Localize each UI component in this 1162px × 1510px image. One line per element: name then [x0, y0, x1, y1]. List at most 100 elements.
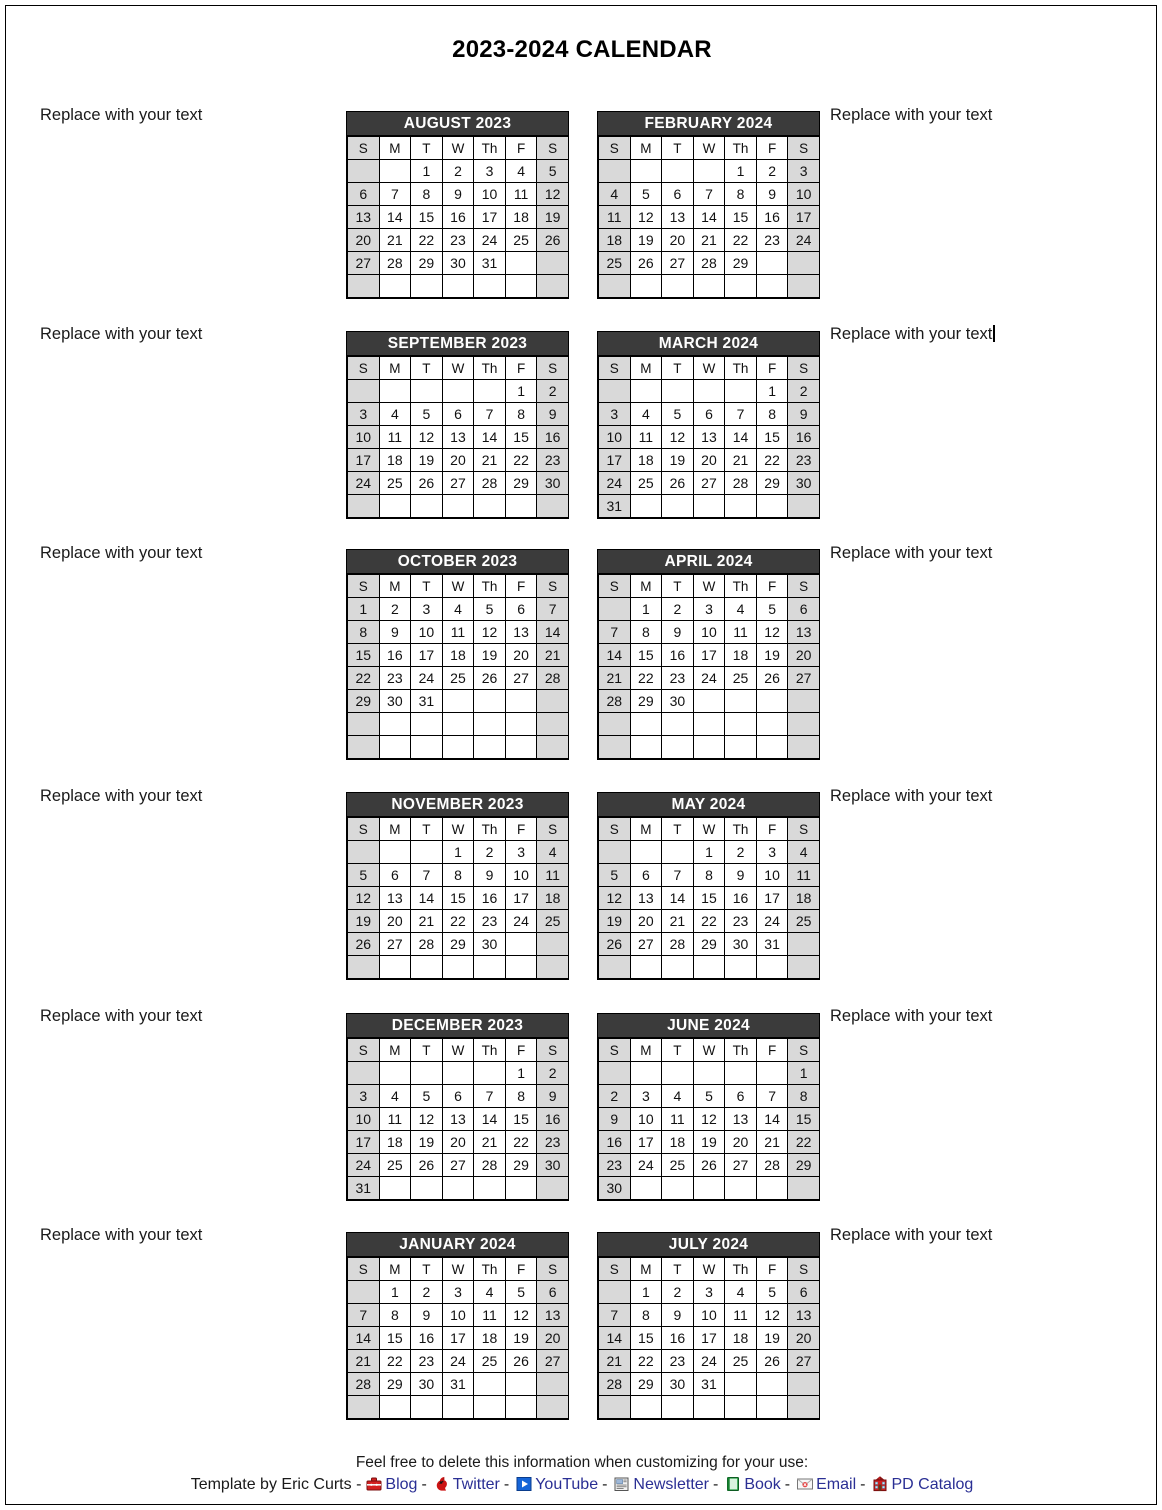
day-cell[interactable]: 5	[755, 597, 789, 621]
day-cell[interactable]	[692, 159, 726, 183]
day-cell[interactable]: 17	[410, 643, 443, 667]
day-cell[interactable]: 7	[692, 182, 726, 206]
day-cell[interactable]: 18	[787, 886, 820, 910]
day-cell[interactable]: 17	[692, 643, 726, 667]
day-cell[interactable]: 16	[755, 205, 789, 229]
day-cell[interactable]: 16	[473, 886, 506, 910]
day-cell[interactable]	[473, 1061, 506, 1085]
side-note-left[interactable]: Replace with your text	[40, 787, 202, 805]
day-cell[interactable]	[536, 1372, 569, 1396]
day-cell[interactable]	[724, 379, 757, 403]
day-cell[interactable]: 23	[661, 666, 694, 690]
day-cell[interactable]	[410, 712, 443, 736]
day-cell[interactable]: 14	[536, 620, 569, 644]
day-cell[interactable]: 28	[473, 1153, 506, 1177]
day-cell[interactable]: 28	[536, 666, 569, 690]
day-cell[interactable]: 4	[598, 182, 631, 206]
day-cell[interactable]: 6	[441, 402, 475, 426]
day-cell[interactable]: 31	[473, 251, 506, 275]
day-cell[interactable]: 19	[755, 1326, 789, 1350]
day-cell[interactable]: 5	[598, 863, 631, 887]
day-cell[interactable]	[378, 1395, 412, 1419]
side-note-right[interactable]: Replace with your text	[830, 106, 992, 124]
day-cell[interactable]: 31	[347, 1176, 380, 1200]
day-cell[interactable]: 18	[441, 643, 475, 667]
day-cell[interactable]	[629, 840, 663, 864]
day-cell[interactable]: 2	[724, 840, 757, 864]
day-cell[interactable]: 13	[536, 1303, 569, 1327]
day-cell[interactable]	[378, 1061, 412, 1085]
day-cell[interactable]	[504, 735, 538, 759]
day-cell[interactable]: 24	[755, 909, 789, 933]
day-cell[interactable]: 15	[629, 643, 663, 667]
day-cell[interactable]: 28	[598, 1372, 631, 1396]
day-cell[interactable]: 4	[724, 597, 757, 621]
day-cell[interactable]: 20	[347, 228, 380, 252]
day-cell[interactable]	[347, 840, 380, 864]
day-cell[interactable]: 30	[410, 1372, 443, 1396]
day-cell[interactable]: 31	[598, 494, 631, 518]
day-cell[interactable]: 1	[629, 597, 663, 621]
day-cell[interactable]: 19	[755, 643, 789, 667]
day-cell[interactable]: 22	[692, 909, 726, 933]
day-cell[interactable]: 7	[598, 620, 631, 644]
day-cell[interactable]: 22	[787, 1130, 820, 1154]
day-cell[interactable]: 21	[347, 1349, 380, 1373]
day-cell[interactable]: 13	[787, 620, 820, 644]
day-cell[interactable]: 31	[441, 1372, 475, 1396]
day-cell[interactable]: 2	[661, 1280, 694, 1304]
day-cell[interactable]	[724, 1176, 757, 1200]
day-cell[interactable]	[473, 735, 506, 759]
side-note-right[interactable]: Replace with your text	[830, 544, 992, 562]
day-cell[interactable]: 6	[661, 182, 694, 206]
day-cell[interactable]: 2	[536, 1061, 569, 1085]
day-cell[interactable]	[724, 689, 757, 713]
day-cell[interactable]	[598, 1280, 631, 1304]
day-cell[interactable]	[378, 274, 412, 298]
day-cell[interactable]: 29	[629, 1372, 663, 1396]
day-cell[interactable]	[692, 735, 726, 759]
day-cell[interactable]: 1	[692, 840, 726, 864]
day-cell[interactable]: 19	[598, 909, 631, 933]
day-cell[interactable]	[410, 840, 443, 864]
day-cell[interactable]: 24	[692, 1349, 726, 1373]
day-cell[interactable]	[504, 689, 538, 713]
day-cell[interactable]	[598, 840, 631, 864]
day-cell[interactable]: 8	[410, 182, 443, 206]
day-cell[interactable]: 16	[536, 1107, 569, 1131]
day-cell[interactable]	[629, 735, 663, 759]
day-cell[interactable]: 16	[598, 1130, 631, 1154]
side-note-left[interactable]: Replace with your text	[40, 325, 202, 343]
day-cell[interactable]: 15	[504, 1107, 538, 1131]
day-cell[interactable]	[378, 735, 412, 759]
day-cell[interactable]	[598, 597, 631, 621]
day-cell[interactable]	[629, 712, 663, 736]
day-cell[interactable]: 7	[473, 1084, 506, 1108]
day-cell[interactable]: 9	[755, 182, 789, 206]
day-cell[interactable]: 1	[410, 159, 443, 183]
day-cell[interactable]: 12	[410, 1107, 443, 1131]
day-cell[interactable]: 5	[661, 402, 694, 426]
day-cell[interactable]: 7	[347, 1303, 380, 1327]
day-cell[interactable]: 22	[441, 909, 475, 933]
day-cell[interactable]	[598, 274, 631, 298]
day-cell[interactable]: 18	[473, 1326, 506, 1350]
day-cell[interactable]: 18	[661, 1130, 694, 1154]
day-cell[interactable]	[536, 689, 569, 713]
day-cell[interactable]: 11	[724, 1303, 757, 1327]
day-cell[interactable]: 4	[629, 402, 663, 426]
day-cell[interactable]: 11	[629, 425, 663, 449]
day-cell[interactable]: 11	[536, 863, 569, 887]
day-cell[interactable]	[755, 494, 789, 518]
day-cell[interactable]: 14	[755, 1107, 789, 1131]
day-cell[interactable]	[504, 712, 538, 736]
day-cell[interactable]: 8	[787, 1084, 820, 1108]
day-cell[interactable]: 19	[536, 205, 569, 229]
day-cell[interactable]: 23	[787, 448, 820, 472]
day-cell[interactable]	[504, 1372, 538, 1396]
day-cell[interactable]	[504, 274, 538, 298]
day-cell[interactable]: 12	[410, 425, 443, 449]
day-cell[interactable]: 7	[378, 182, 412, 206]
day-cell[interactable]	[724, 494, 757, 518]
day-cell[interactable]: 30	[598, 1176, 631, 1200]
